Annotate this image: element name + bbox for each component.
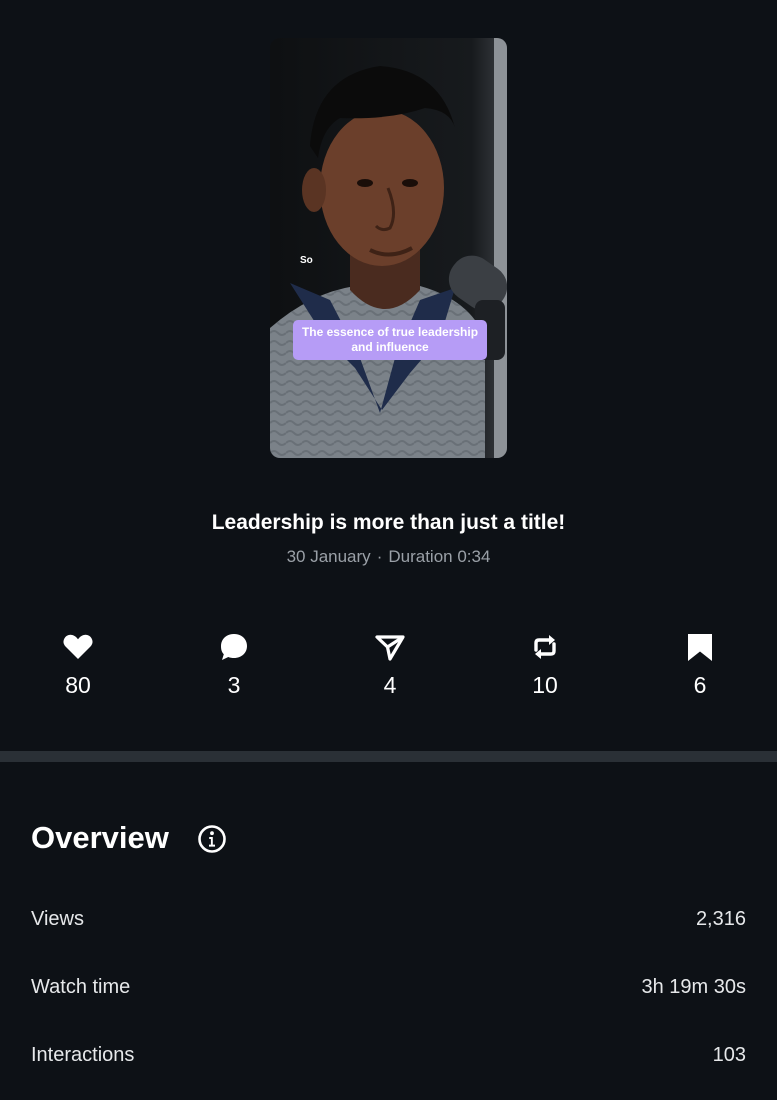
metric-label-interactions: Interactions bbox=[31, 1044, 135, 1066]
metric-value-views: 2,316 bbox=[695, 908, 746, 930]
metric-value-watch-time: 3h 19m 30s bbox=[641, 976, 746, 998]
stat-reposts[interactable]: 10 bbox=[505, 630, 585, 699]
stat-shares[interactable]: 4 bbox=[350, 630, 430, 699]
video-thumbnail[interactable]: So The essence of true leadership and in… bbox=[270, 38, 507, 458]
metric-label-watch-time: Watch time bbox=[31, 976, 131, 998]
meta-separator: · bbox=[376, 547, 383, 566]
heart-icon bbox=[63, 634, 93, 659]
info-icon[interactable] bbox=[197, 824, 227, 854]
video-caption-small: So bbox=[300, 255, 313, 266]
repost-icon bbox=[534, 635, 556, 659]
metric-label-views: Views bbox=[31, 908, 84, 930]
video-duration: Duration 0:34 bbox=[388, 547, 491, 566]
video-title: Leadership is more than just a title! bbox=[211, 511, 566, 534]
video-frame-image bbox=[270, 38, 507, 458]
metric-value-interactions: 103 bbox=[712, 1044, 746, 1066]
saves-count: 6 bbox=[693, 672, 707, 698]
video-caption-box: The essence of true leadership and influ… bbox=[293, 320, 487, 360]
stat-likes[interactable]: 80 bbox=[38, 630, 118, 699]
video-meta: 30 January · Duration 0:34 bbox=[0, 547, 777, 567]
shares-count: 4 bbox=[383, 672, 397, 698]
comments-count: 3 bbox=[227, 672, 241, 698]
likes-count: 80 bbox=[65, 672, 91, 698]
section-divider bbox=[0, 751, 777, 762]
overview-heading: Overview bbox=[31, 820, 169, 855]
reposts-count: 10 bbox=[532, 672, 558, 698]
stat-saves[interactable]: 6 bbox=[660, 630, 740, 699]
comment-icon bbox=[221, 634, 247, 660]
bookmark-icon bbox=[688, 634, 712, 661]
stat-comments[interactable]: 3 bbox=[194, 630, 274, 699]
video-date: 30 January bbox=[286, 547, 371, 566]
share-icon bbox=[375, 635, 405, 661]
